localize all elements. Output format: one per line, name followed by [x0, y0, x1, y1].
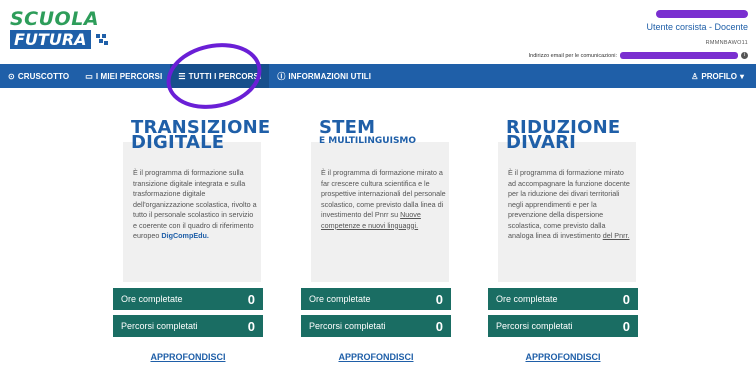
info-circle-icon: ⓘ — [277, 71, 286, 81]
stat-percorsi-completati: Percorsi completati 0 — [301, 315, 451, 337]
nav-cruscotto[interactable]: ⊙ CRUSCOTTO — [0, 64, 77, 88]
user-code: RMMNBAWO11 — [705, 40, 748, 46]
stat-value: 0 — [247, 291, 255, 307]
user-icon: ♙ — [691, 71, 699, 81]
approfondisci-link[interactable]: APPROFONDISCI — [498, 352, 628, 362]
scuola-futura-logo[interactable]: SCUOLA FUTURA — [10, 8, 108, 50]
card-title: RIDUZIONE DIVARI — [498, 119, 648, 152]
profile-menu[interactable]: ♙ PROFILO ▾ — [691, 64, 744, 88]
stat-value: 0 — [435, 291, 443, 307]
stat-value: 0 — [622, 318, 630, 334]
stat-label: Ore completate — [121, 294, 183, 304]
card-text: È il programma di formazione sulla trans… — [133, 168, 257, 240]
stat-value: 0 — [247, 318, 255, 334]
card-text: È il programma di formazione mirato ad a… — [508, 168, 630, 240]
card-title: STEM — [311, 117, 461, 138]
card-title-line1: STEM — [319, 117, 376, 138]
stat-ore-completate: Ore completate 0 — [113, 288, 263, 310]
nav-label: TUTTI I PERCORSI — [188, 71, 262, 81]
stat-label: Percorsi completati — [121, 321, 198, 331]
user-name-redacted — [656, 10, 748, 18]
email-line: Indirizzo email per le comunicazioni: i — [529, 52, 748, 59]
card-title: TRANSIZIONE DIGITALE — [123, 119, 273, 152]
stat-label: Percorsi completati — [496, 321, 573, 331]
card-description: È il programma di formazione mirato ad a… — [508, 168, 633, 242]
main-navbar: ⊙ CRUSCOTTO ▭ I MIEI PERCORSI ☰ TUTTI I … — [0, 64, 756, 88]
card-transizione-digitale: TRANSIZIONE DIGITALE È il programma di f… — [113, 119, 273, 362]
nav-informazioni-utili[interactable]: ⓘ INFORMAZIONI UTILI — [269, 64, 379, 88]
logo-line1: SCUOLA — [10, 8, 100, 30]
chevron-down-icon: ▾ — [739, 71, 744, 81]
user-role: Utente corsista - Docente — [646, 22, 748, 32]
card-description: È il programma di formazione sulla trans… — [133, 168, 258, 242]
stat-label: Percorsi completati — [309, 321, 386, 331]
email-label: Indirizzo email per le comunicazioni: — [528, 52, 617, 59]
approfondisci-link[interactable]: APPROFONDISCI — [311, 352, 441, 362]
stat-label: Ore completate — [309, 294, 371, 304]
card-description: È il programma di formazione mirato a fa… — [321, 168, 446, 231]
approfondisci-link[interactable]: APPROFONDISCI — [123, 352, 253, 362]
stat-value: 0 — [435, 318, 443, 334]
info-icon[interactable]: i — [741, 52, 748, 59]
stat-value: 0 — [622, 291, 630, 307]
nav-label: INFORMAZIONI UTILI — [288, 71, 372, 81]
card-riduzione-divari: RIDUZIONE DIVARI È il programma di forma… — [488, 119, 648, 362]
nav-miei-percorsi[interactable]: ▭ I MIEI PERCORSI — [77, 64, 170, 88]
stat-ore-completate: Ore completate 0 — [301, 288, 451, 310]
stat-label: Ore completate — [496, 294, 558, 304]
card-text-link[interactable]: del Pnrr. — [603, 231, 630, 240]
nav-tutti-percorsi[interactable]: ☰ TUTTI I PERCORSI — [170, 64, 270, 88]
card-text-strong: DigCompEdu. — [161, 231, 209, 240]
nav-label: I MIEI PERCORSI — [95, 71, 163, 81]
header: SCUOLA FUTURA Utente corsista - Docente … — [0, 0, 756, 64]
stat-percorsi-completati: Percorsi completati 0 — [113, 315, 263, 337]
card-subtitle: E MULTILINGUISMO — [319, 136, 417, 146]
logo-line2: FUTURA — [10, 30, 91, 49]
user-box: Utente corsista - Docente RMMNBAWO11 Ind… — [529, 10, 748, 59]
monitor-icon: ▭ — [85, 71, 93, 81]
logo-dots-icon — [96, 34, 108, 46]
nav-label: CRUSCOTTO — [17, 71, 70, 81]
dashboard-icon: ⊙ — [8, 71, 15, 81]
email-redacted — [620, 52, 738, 59]
stat-ore-completate: Ore completate 0 — [488, 288, 638, 310]
profile-label: PROFILO — [701, 71, 737, 81]
card-text: È il programma di formazione mirato a fa… — [321, 168, 446, 219]
card-stem: STEM E MULTILINGUISMO È il programma di … — [301, 117, 461, 362]
list-icon: ☰ — [178, 71, 186, 81]
stat-percorsi-completati: Percorsi completati 0 — [488, 315, 638, 337]
